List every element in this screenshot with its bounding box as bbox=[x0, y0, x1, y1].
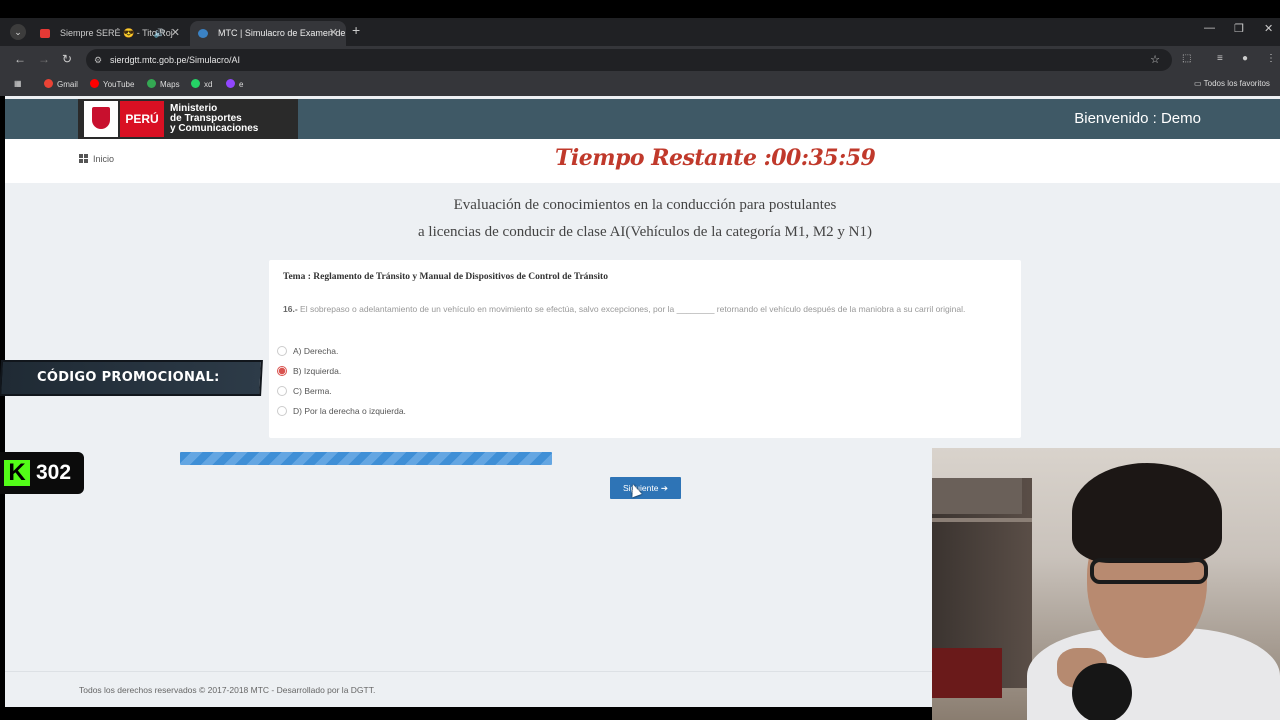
url-text: sierdgtt.mtc.gob.pe/Simulacro/AI bbox=[110, 55, 241, 65]
question-topic: Tema : Reglamento de Tránsito y Manual d… bbox=[283, 272, 608, 282]
gmail-icon bbox=[44, 79, 53, 88]
next-button[interactable]: Siguiente ➔ bbox=[610, 477, 681, 499]
close-tab-icon[interactable]: ✕ bbox=[329, 21, 338, 46]
answer-option-b[interactable]: B) Izquierda. bbox=[277, 364, 341, 378]
footer-text: Todos los derechos reservados © 2017-201… bbox=[79, 685, 376, 695]
youtube-favicon-icon bbox=[40, 29, 50, 38]
mtc-logo[interactable]: PERÚ Ministerio de Transportes y Comunic… bbox=[78, 99, 298, 139]
tab-search-icon[interactable]: ⌄ bbox=[10, 24, 26, 40]
viewer-count: 302 bbox=[36, 461, 72, 484]
mtc-favicon-icon bbox=[198, 29, 208, 38]
bookmark-e[interactable]: e bbox=[226, 79, 243, 89]
bookmark-star-icon[interactable]: ☆ bbox=[1150, 49, 1160, 71]
radio-button-selected[interactable] bbox=[277, 366, 287, 376]
browser-tab-active[interactable]: MTC | Simulacro de Examen de ✕ bbox=[190, 21, 346, 46]
webcam-feed bbox=[932, 448, 1280, 720]
answer-option-a[interactable]: A) Derecha. bbox=[277, 344, 338, 358]
browser-toolbar: ← → ↻ ⚙ sierdgtt.mtc.gob.pe/Simulacro/AI… bbox=[0, 46, 1280, 74]
radio-button[interactable] bbox=[277, 386, 287, 396]
radio-button[interactable] bbox=[277, 346, 287, 356]
glasses bbox=[1090, 558, 1208, 584]
restore-icon[interactable]: ❐ bbox=[1234, 22, 1244, 35]
bookmark-maps[interactable]: Maps bbox=[147, 79, 180, 89]
close-window-icon[interactable]: ✕ bbox=[1264, 22, 1273, 35]
question-text: 16.- El sobrepaso o adelantamiento de un… bbox=[283, 304, 966, 314]
whatsapp-icon bbox=[191, 79, 200, 88]
kick-logo-icon: K bbox=[4, 460, 30, 486]
question-card: Tema : Reglamento de Tránsito y Manual d… bbox=[269, 260, 1021, 438]
exam-title: Evaluación de conocimientos en la conduc… bbox=[418, 197, 872, 240]
reload-icon[interactable]: ↻ bbox=[62, 52, 72, 66]
menu-icon[interactable]: ⋮ bbox=[1266, 53, 1276, 64]
browser-tab[interactable]: Siempre SERÉ 😎 - Tito Roj 🔊 ✕ bbox=[32, 21, 188, 46]
viewer-counter: K 302 bbox=[0, 452, 84, 494]
screen: ⌄ Siempre SERÉ 😎 - Tito Roj 🔊 ✕ MTC | Si… bbox=[0, 0, 1280, 720]
sub-navbar: Inicio Tiempo Restante :00:35:59 bbox=[5, 139, 1280, 183]
arrow-right-icon: ➔ bbox=[660, 483, 668, 493]
logo-peru: PERÚ bbox=[120, 101, 164, 137]
logo-ministry-text: Ministerio de Transportes y Comunicacion… bbox=[170, 103, 259, 134]
all-bookmarks[interactable]: ▭ Todos los favoritos bbox=[1194, 79, 1270, 88]
tab-title: MTC | Simulacro de Examen de bbox=[218, 28, 346, 38]
microphone bbox=[1072, 663, 1132, 720]
profile-icon[interactable]: ● bbox=[1242, 53, 1248, 64]
youtube-icon bbox=[90, 79, 99, 88]
progress-bar bbox=[180, 452, 552, 465]
welcome-text: Bienvenido : Demo bbox=[1074, 110, 1201, 127]
speaker-icon[interactable]: 🔊 bbox=[154, 21, 165, 46]
maps-icon bbox=[147, 79, 156, 88]
forward-icon[interactable]: → bbox=[38, 52, 50, 66]
twitch-icon bbox=[226, 79, 235, 88]
dashboard-icon bbox=[79, 154, 88, 163]
browser-tabbar: ⌄ Siempre SERÉ 😎 - Tito Roj 🔊 ✕ MTC | Si… bbox=[0, 18, 1280, 46]
extensions-icon[interactable]: ⬚ bbox=[1182, 53, 1191, 64]
site-header: PERÚ Ministerio de Transportes y Comunic… bbox=[5, 99, 1280, 139]
remaining-time: Tiempo Restante :00:35:59 bbox=[555, 145, 876, 171]
radio-button[interactable] bbox=[277, 406, 287, 416]
bookmark-xd[interactable]: xd bbox=[191, 79, 212, 89]
apps-icon[interactable]: ▦ bbox=[14, 79, 22, 88]
promo-text: CÓDIGO PROMOCIONAL: bbox=[37, 370, 220, 385]
site-info-icon[interactable]: ⚙ bbox=[94, 49, 102, 71]
close-tab-icon[interactable]: ✕ bbox=[171, 21, 180, 46]
answer-option-c[interactable]: C) Berma. bbox=[277, 384, 332, 398]
minimize-icon[interactable]: — bbox=[1204, 22, 1215, 34]
media-icon[interactable]: ≡ bbox=[1217, 53, 1223, 64]
address-bar[interactable]: ⚙ sierdgtt.mtc.gob.pe/Simulacro/AI ☆ bbox=[86, 49, 1172, 71]
folder-icon: ▭ bbox=[1194, 79, 1204, 88]
bookmarks-bar: ▦ Gmail YouTube Maps xd e ▭ Todos los fa… bbox=[0, 74, 1280, 96]
back-icon[interactable]: ← bbox=[14, 52, 26, 66]
home-link[interactable]: Inicio bbox=[79, 154, 114, 164]
bookmark-gmail[interactable]: Gmail bbox=[44, 79, 78, 89]
new-tab-icon[interactable]: + bbox=[352, 22, 360, 38]
answer-option-d[interactable]: D) Por la derecha o izquierda. bbox=[277, 404, 406, 418]
bookmark-youtube[interactable]: YouTube bbox=[90, 79, 134, 89]
coat-of-arms-icon bbox=[84, 101, 118, 137]
